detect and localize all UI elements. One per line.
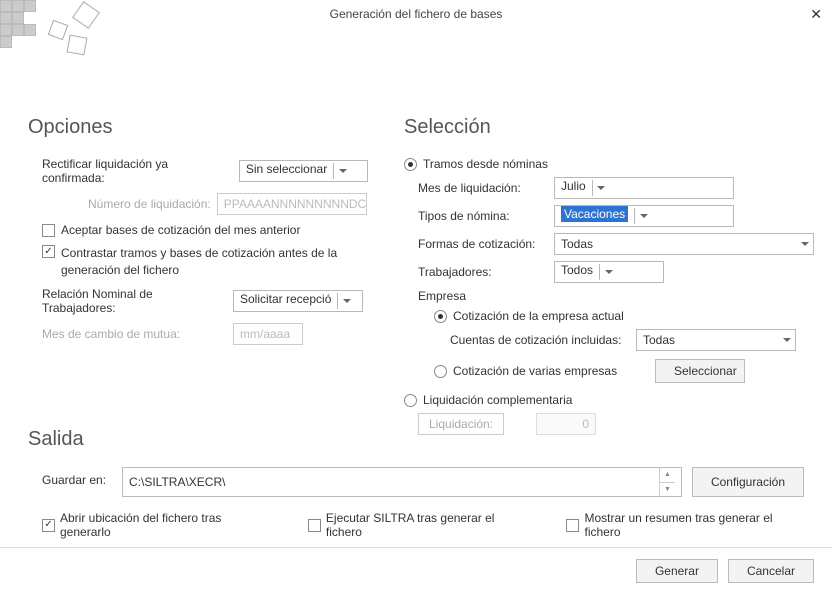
rectificar-select[interactable]: Sin seleccionar [239,160,368,182]
tipos-select[interactable]: Vacaciones [554,205,734,227]
tramos-label: Tramos desde nóminas [423,157,548,171]
cuentas-label: Cuentas de cotización incluidas: [450,333,630,347]
guardar-label: Guardar en: [42,467,112,497]
cot-actual-label: Cotización de la empresa actual [453,309,624,323]
opciones-heading: Opciones [28,116,368,139]
guardar-path-input[interactable]: C:\SILTRA\XECR\ ▲ ▼ [122,467,682,497]
dialog-footer: Generar Cancelar [0,547,832,593]
cuentas-select[interactable]: Todas [636,329,796,351]
rectificar-label: Rectificar liquidación ya confirmada: [42,157,233,185]
salida-panel: Salida Guardar en: C:\SILTRA\XECR\ ▲ ▼ C… [28,428,804,539]
liq-comp-radio[interactable] [404,394,417,407]
rnt-label: Relación Nominal de Trabajadores: [42,287,227,315]
aceptar-bases-checkbox[interactable] [42,224,55,237]
generar-button[interactable]: Generar [636,559,718,583]
chevron-down-icon[interactable] [634,208,652,224]
opciones-panel: Opciones Rectificar liquidación ya confi… [28,116,368,441]
seleccion-heading: Selección [404,116,814,139]
window-title: Generación del fichero de bases [330,7,503,21]
ejecutar-checkbox[interactable] [308,519,321,532]
cot-varias-label: Cotización de varias empresas [453,364,649,378]
cancelar-button[interactable]: Cancelar [728,559,814,583]
abrir-label: Abrir ubicación del fichero tras generar… [60,511,268,539]
liq-comp-label: Liquidación complementaria [423,393,572,407]
formas-select[interactable]: Todas [554,233,814,255]
mes-select[interactable]: Julio [554,177,734,199]
chevron-up-icon[interactable]: ▲ [660,468,675,483]
cot-varias-radio[interactable] [434,365,447,378]
cot-actual-radio[interactable] [434,310,447,323]
tramos-radio[interactable] [404,158,417,171]
chevron-down-icon[interactable] [337,293,355,309]
trab-select[interactable]: Todos [554,261,664,283]
chevron-down-icon [783,338,791,342]
contrastar-checkbox[interactable] [42,245,55,258]
chevron-down-icon[interactable] [592,180,610,196]
chevron-down-icon[interactable] [333,163,351,179]
formas-label: Formas de cotización: [418,237,548,251]
num-liq-input: PPAAAANNNNNNNNNDC [217,193,367,215]
mostrar-label: Mostrar un resumen tras generar el fiche… [584,511,804,539]
chevron-down-icon[interactable] [599,264,617,280]
empresa-label: Empresa [418,289,466,303]
mutua-label: Mes de cambio de mutua: [42,327,227,341]
ejecutar-label: Ejecutar SILTRA tras generar el fichero [326,511,527,539]
mostrar-checkbox[interactable] [566,519,579,532]
trab-label: Trabajadores: [418,265,548,279]
chevron-down-icon[interactable]: ▼ [660,483,675,497]
tipos-label: Tipos de nómina: [418,209,548,223]
configuracion-button[interactable]: Configuración [692,467,804,497]
close-icon[interactable]: ✕ [810,6,822,23]
rnt-select[interactable]: Solicitar recepció [233,290,363,312]
aceptar-bases-label: Aceptar bases de cotización del mes ante… [61,223,300,237]
salida-heading: Salida [28,428,804,451]
seleccion-panel: Selección Tramos desde nóminas Mes de li… [404,116,814,441]
title-bar: Generación del fichero de bases ✕ [0,0,832,28]
num-liq-label: Número de liquidación: [88,197,211,211]
mes-label: Mes de liquidación: [418,181,548,195]
contrastar-label: Contrastar tramos y bases de cotización … [61,245,351,279]
seleccionar-button[interactable]: Seleccionar [655,359,745,383]
mutua-input: mm/aaaa [233,323,303,345]
path-spinner[interactable]: ▲ ▼ [659,468,675,496]
abrir-checkbox[interactable] [42,519,55,532]
chevron-down-icon [801,242,809,246]
